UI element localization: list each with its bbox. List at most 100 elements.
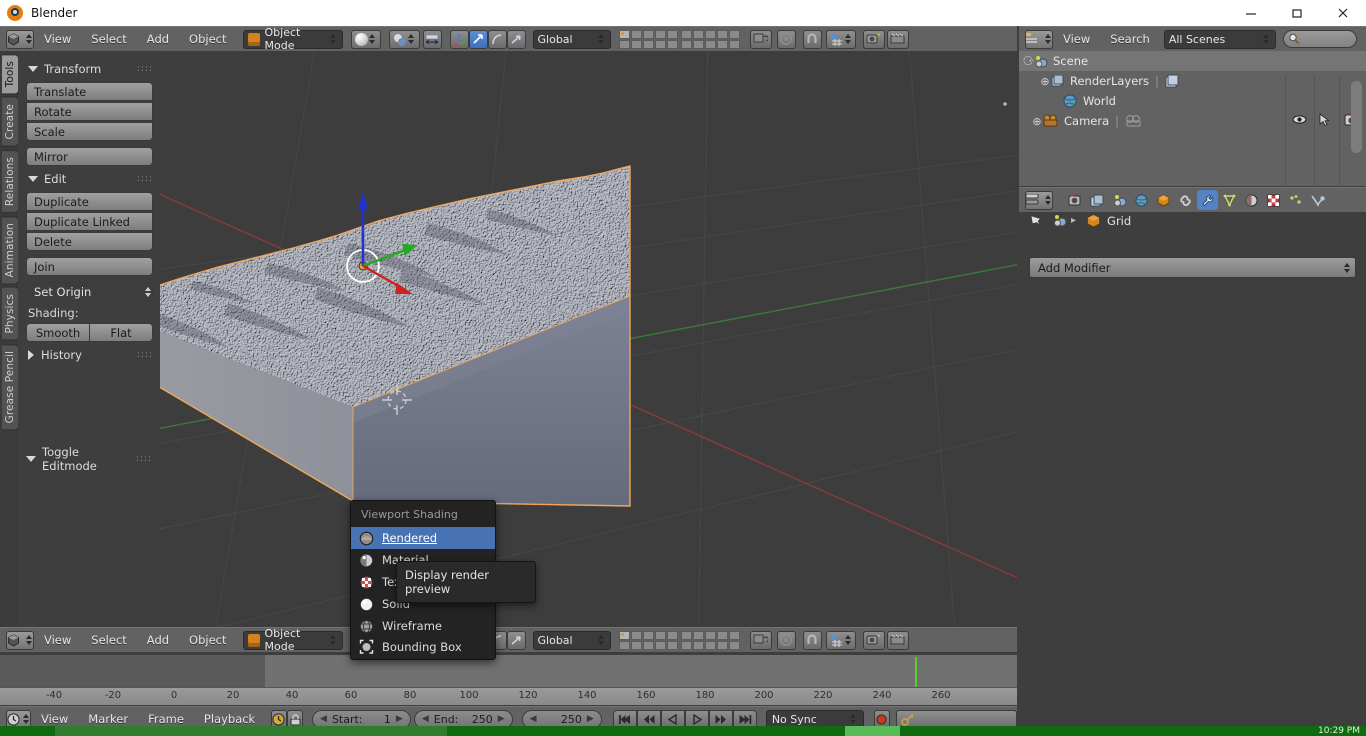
eye-icon[interactable] (1292, 114, 1307, 128)
data-tab-icon[interactable] (1219, 190, 1240, 210)
interaction-mode-select[interactable]: Object Mode (242, 26, 343, 52)
object-tab-icon[interactable] (1153, 190, 1174, 210)
shading-option-rendered[interactable]: Rendered (351, 527, 495, 549)
chevron-left-icon[interactable]: ◀ (320, 714, 327, 724)
maximize-icon[interactable] (1274, 0, 1320, 26)
texture-tab-icon[interactable] (1263, 190, 1284, 210)
manipulator-combined-icon-bottom[interactable] (506, 630, 526, 650)
viewport-bottom-menu-add[interactable]: Add (137, 628, 179, 653)
toggle-editmode-panel[interactable]: Toggle Editmode :::: (18, 440, 160, 479)
timeline-ruler[interactable]: -40 -20 0 20 40 60 80 100 120 140 160 18… (0, 687, 1017, 705)
viewport-bottom-menu-view[interactable]: View (34, 628, 81, 653)
chevron-left-icon[interactable]: ◀ (422, 714, 429, 724)
editor-type-3dview-icon[interactable] (6, 29, 34, 49)
editor-type-3dview-icon-bottom[interactable] (6, 630, 34, 650)
toolshelf-tab-relations[interactable]: Relations (2, 149, 19, 213)
limit-selection-icon[interactable] (422, 29, 442, 49)
toolshelf-tab-create[interactable]: Create (2, 97, 19, 147)
renderlayers-tab-icon[interactable] (1087, 190, 1108, 210)
transform-orientation-select[interactable]: Global (532, 29, 611, 49)
timeline-track[interactable] (0, 655, 1017, 689)
material-tab-icon[interactable] (1241, 190, 1262, 210)
viewport-bottom-menu-select[interactable]: Select (81, 628, 136, 653)
outliner-row-world[interactable]: World (1019, 91, 1366, 111)
proportional-edit-off-icon-bottom[interactable] (776, 630, 796, 650)
snap-element-select[interactable] (825, 29, 856, 49)
layer-group-bottom[interactable] (680, 29, 740, 49)
chevron-right-icon[interactable]: ▶ (587, 714, 594, 724)
constraints-tab-icon[interactable] (1175, 190, 1196, 210)
pivot-point-select[interactable] (388, 29, 420, 49)
chevron-right-icon[interactable]: ▶ (498, 714, 505, 724)
duplicate-linked-button[interactable]: Duplicate Linked (26, 212, 153, 231)
translate-button[interactable]: Translate (26, 82, 153, 101)
render-animation-icon[interactable] (886, 29, 909, 49)
toolshelf-tab-tools[interactable]: Tools (2, 54, 19, 95)
close-icon[interactable] (1320, 0, 1366, 26)
viewport-menu-view[interactable]: View (34, 27, 81, 52)
mirror-button[interactable]: Mirror (26, 147, 153, 166)
proportional-edit-off-icon[interactable] (776, 29, 796, 49)
outliner-row-renderlayers[interactable]: ⊕ RenderLayers | (1019, 71, 1366, 91)
layer-group-top[interactable] (618, 29, 678, 49)
panel-header-edit[interactable]: Edit :::: (28, 172, 153, 186)
outliner-row-camera[interactable]: ⊕ Camera | (1019, 111, 1366, 131)
rotate-button[interactable]: Rotate (26, 102, 153, 121)
taskbar-item[interactable] (55, 726, 447, 736)
lock-camera-icon[interactable] (749, 29, 772, 49)
timeline-playhead[interactable] (915, 657, 917, 689)
interaction-mode-select-bottom[interactable]: Object Mode (242, 627, 343, 653)
panel-header-transform[interactable]: Transform :::: (28, 62, 153, 76)
outliner-menu-view[interactable]: View (1053, 27, 1100, 52)
join-button[interactable]: Join (26, 257, 153, 276)
outliner-display-mode-select[interactable]: All Scenes (1163, 29, 1276, 49)
minimize-icon[interactable] (1228, 0, 1274, 26)
modifiers-tab-icon[interactable] (1197, 190, 1218, 210)
render-image-icon[interactable] (862, 29, 885, 49)
rotate-manipulator-icon[interactable] (468, 29, 488, 49)
particles-tab-icon[interactable] (1285, 190, 1306, 210)
taskbar-item-active[interactable] (845, 726, 900, 736)
render-animation-icon-bottom[interactable] (886, 630, 909, 650)
toolshelf-tab-grease-pencil[interactable]: Grease Pencil (2, 343, 19, 431)
toolshelf-tab-animation[interactable]: Animation (2, 216, 19, 285)
render-tab-icon[interactable] (1065, 190, 1086, 210)
set-origin-dropdown[interactable]: Set Origin (26, 282, 153, 301)
lock-camera-icon-bottom[interactable] (749, 630, 772, 650)
editor-type-properties-icon[interactable] (1025, 190, 1053, 210)
viewport-menu-object[interactable]: Object (179, 27, 236, 52)
chevron-left-icon[interactable]: ◀ (530, 714, 537, 724)
outliner-tree[interactable]: ⚆ Scene ⊕ RenderLayers | World ⊕ Camera … (1019, 51, 1366, 211)
viewport-shading-button[interactable] (350, 29, 381, 49)
viewport-menu-add[interactable]: Add (137, 27, 179, 52)
expander-plus-icon[interactable]: ⊕ (1031, 115, 1043, 128)
panel-header-history[interactable]: History :::: (28, 348, 153, 362)
cursor-arrow-icon[interactable] (1319, 112, 1331, 130)
toolshelf-tab-physics[interactable]: Physics (2, 287, 19, 341)
delete-button[interactable]: Delete (26, 232, 153, 251)
render-image-icon-bottom[interactable] (862, 630, 885, 650)
snap-element-select-bottom[interactable] (825, 630, 856, 650)
expander-plus-icon[interactable]: ⊕ (1039, 75, 1051, 88)
add-modifier-button[interactable]: Add Modifier (1029, 257, 1356, 278)
outliner-menu-search[interactable]: Search (1100, 27, 1160, 52)
editor-type-outliner-icon[interactable] (1025, 29, 1053, 49)
duplicate-button[interactable]: Duplicate (26, 192, 153, 211)
shading-option-wireframe[interactable]: Wireframe (351, 615, 495, 637)
scene-layers[interactable] (618, 29, 740, 49)
chevron-right-icon[interactable]: ▶ (396, 714, 403, 724)
manipulator-combined-icon[interactable] (506, 29, 526, 49)
shading-option-bounding-box[interactable]: Bounding Box (351, 637, 495, 659)
snap-magnet-icon[interactable] (802, 29, 822, 49)
physics-tab-icon[interactable] (1307, 190, 1328, 210)
snap-magnet-icon-bottom[interactable] (802, 630, 822, 650)
viewport-bottom-menu-object[interactable]: Object (179, 628, 236, 653)
shade-flat-button[interactable]: Flat (90, 323, 153, 342)
scale-button[interactable]: Scale (26, 122, 153, 141)
viewport-menu-select[interactable]: Select (81, 27, 136, 52)
outliner-scrollbar[interactable] (1351, 81, 1362, 153)
transform-orientation-select-bottom[interactable]: Global (532, 630, 611, 650)
translate-manipulator-icon[interactable] (449, 29, 469, 49)
outliner-search-input[interactable] (1282, 30, 1357, 48)
scene-layers-bottom[interactable] (618, 630, 740, 650)
